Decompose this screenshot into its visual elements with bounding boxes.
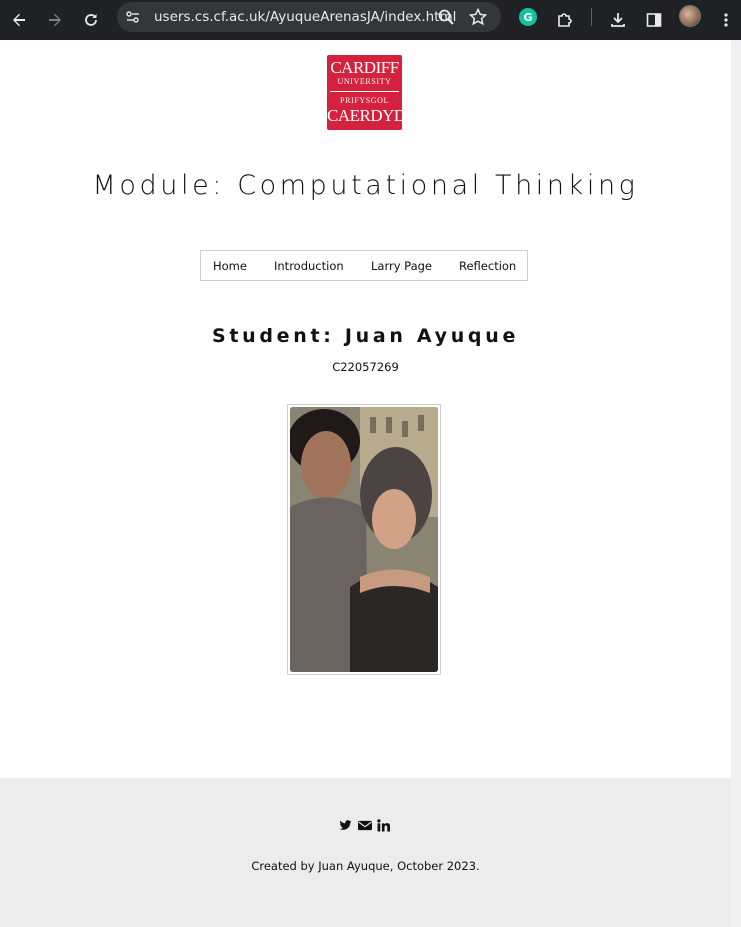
logo-line-4: CAERDYD [327, 106, 406, 125]
bookmark-star-icon[interactable] [468, 7, 488, 27]
address-bar[interactable]: users.cs.cf.ac.uk/AyuqueArenasJA/index.h… [117, 2, 501, 32]
student-id: C22057269 [332, 360, 399, 374]
url-text[interactable]: users.cs.cf.ac.uk/AyuqueArenasJA/index.h… [154, 9, 456, 25]
extensions-button[interactable] [551, 6, 579, 34]
nav-reflection-link[interactable]: Reflection [459, 259, 516, 273]
downloads-button[interactable] [604, 6, 632, 34]
mail-icon[interactable] [358, 819, 372, 832]
grammarly-extension-icon[interactable]: G [519, 8, 537, 26]
side-panel-icon [646, 13, 662, 27]
profile-avatar[interactable] [679, 5, 701, 27]
back-button[interactable] [5, 6, 33, 34]
logo-divider [330, 91, 399, 92]
social-links [339, 819, 390, 832]
logo-line-1: CARDIFF [330, 58, 399, 77]
student-photo [290, 407, 438, 672]
zoom-icon[interactable] [437, 8, 455, 26]
web-page: CARDIFF UNIVERSITY PRIFYSGOL CAERDYD Mod… [0, 40, 731, 927]
nav-larry-page-link[interactable]: Larry Page [371, 259, 432, 273]
arrow-left-icon [13, 13, 25, 27]
page-title: Module: Computational Thinking [92, 170, 639, 201]
nav-home-link[interactable]: Home [213, 259, 247, 273]
student-name: Student: Juan Ayuque [211, 325, 520, 347]
page-scrollbar[interactable] [731, 40, 741, 927]
kebab-menu-icon [724, 13, 728, 27]
arrow-right-icon [49, 13, 61, 27]
cardiff-university-logo[interactable]: CARDIFF UNIVERSITY PRIFYSGOL CAERDYD [327, 55, 406, 130]
forward-button[interactable] [41, 6, 69, 34]
download-icon [611, 13, 625, 27]
reload-button[interactable] [77, 6, 105, 34]
nav-introduction-link[interactable]: Introduction [274, 259, 344, 273]
reload-icon [85, 14, 97, 26]
photo-illustration [290, 407, 438, 672]
footer-credit: Created by Juan Ayuque, October 2023. [251, 859, 480, 873]
browser-menu-button[interactable] [712, 6, 740, 34]
side-panel-button[interactable] [640, 6, 668, 34]
site-info-icon[interactable] [125, 9, 141, 25]
linkedin-icon[interactable] [377, 819, 390, 832]
student-photo-frame [287, 404, 441, 675]
page-footer: Created by Juan Ayuque, October 2023. [0, 778, 731, 927]
logo-line-3: PRIFYSGOL [340, 96, 389, 105]
toolbar-divider [591, 8, 592, 26]
browser-toolbar: users.cs.cf.ac.uk/AyuqueArenasJA/index.h… [0, 0, 741, 40]
twitter-icon[interactable] [339, 819, 352, 832]
main-navigation: Home Introduction Larry Page Reflection [200, 250, 528, 281]
puzzle-icon [558, 13, 572, 27]
logo-line-2: UNIVERSITY [337, 77, 392, 86]
